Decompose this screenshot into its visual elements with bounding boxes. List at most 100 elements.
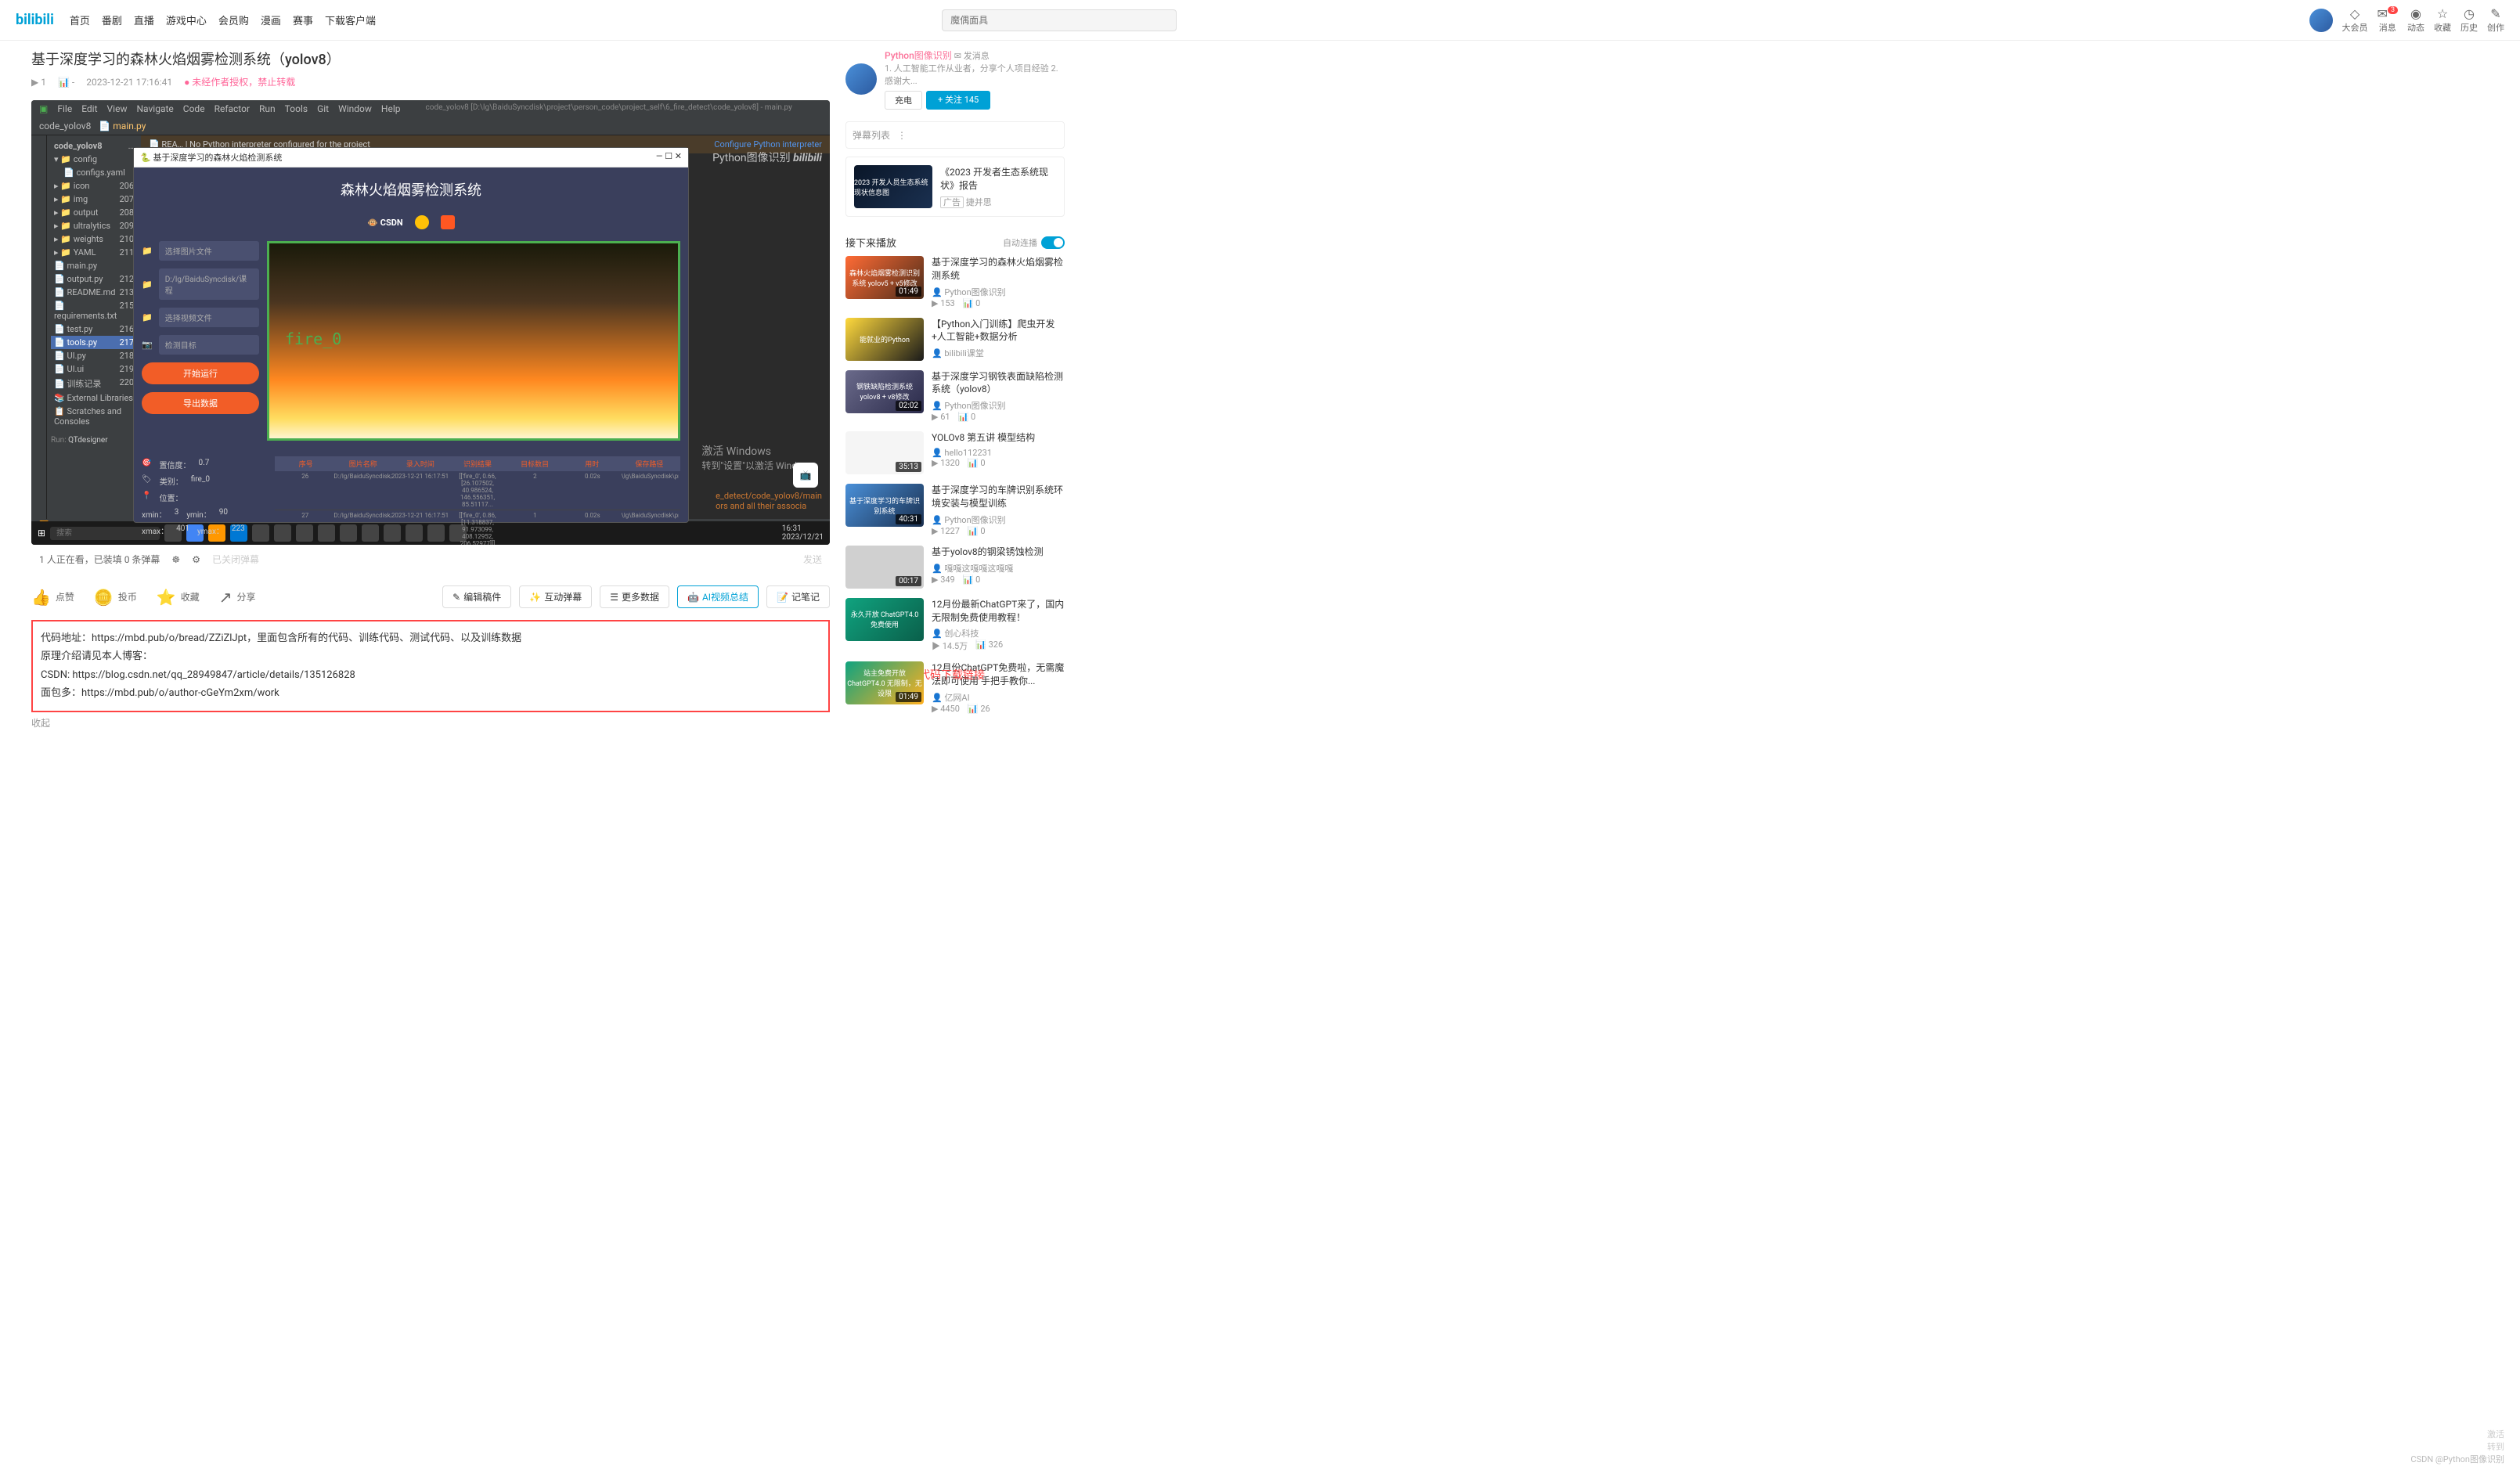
nav-game[interactable]: 游戏中心 <box>166 13 207 27</box>
video-watermark: Python图像识别 bilibili <box>712 150 822 165</box>
window-controls[interactable]: — ☐ ✕ <box>656 151 682 164</box>
video-item-title: YOLOv8 第五讲 模型结构 <box>932 431 1065 445</box>
menu-help[interactable]: Help <box>381 103 401 114</box>
video-thumbnail: 永久开放 ChatGPT4.0 免费使用 <box>845 598 924 641</box>
collapse-button[interactable]: 收起 <box>31 716 830 729</box>
search-container <box>942 9 1177 31</box>
path-input[interactable]: D:/lg/BaiduSyncdisk/课程 <box>159 268 259 300</box>
tree-item: ▸ 📁 ultralytics209 <box>51 219 137 232</box>
menu-refactor[interactable]: Refactor <box>215 103 250 114</box>
recommendation-item[interactable]: 森林火焰烟雾检测识别系统 yolov5 + v5修改01:49基于深度学习的森林… <box>845 256 1065 308</box>
send-button[interactable]: 发送 <box>803 553 822 566</box>
uploader-avatar[interactable] <box>845 63 877 95</box>
desc-line: 代码地址：https://mbd.pub/o/bread/ZZiZlJpt，里面… <box>41 629 820 647</box>
recommendation-item[interactable]: 35:13YOLOv8 第五讲 模型结构👤 hello112231▶ 1320📊… <box>845 431 1065 474</box>
uploader-name[interactable]: Python图像识别 <box>885 50 952 61</box>
recommendation-item[interactable]: 钢铁缺陷检测系统 yolov8 + v8修改02:02基于深度学习钢铁表面缺陷检… <box>845 370 1065 423</box>
page-watermark: 激活 转到 CSDN @Python图像识别 <box>2410 1428 2504 1465</box>
table-row[interactable]: 27D:/lg/BaiduSyncdisk/project/person_cod… <box>275 510 680 545</box>
nav-anime[interactable]: 番剧 <box>102 13 122 27</box>
tree-item: 📄 test.py216 <box>51 322 137 336</box>
recommendation-item[interactable]: 基于深度学习的车牌识别系统40:31基于深度学习的车牌识别系统环境安装与模型训练… <box>845 484 1065 536</box>
app-titlebar: 🐍 基于深度学习的森林火焰检测系统 — ☐ ✕ <box>134 148 688 168</box>
note-button[interactable]: 📝 记笔记 <box>766 585 830 608</box>
ide-menubar: ▣ File Edit View Navigate Code Refactor … <box>31 100 830 117</box>
ide-left-gutter <box>31 135 47 519</box>
interact-button[interactable]: ✨ 互动弹幕 <box>519 585 592 608</box>
menu-tools[interactable]: Tools <box>285 103 308 114</box>
select-video-input[interactable]: 选择视频文件 <box>159 308 259 327</box>
configure-interpreter-link[interactable]: Configure Python interpreter <box>714 139 822 150</box>
ide-tabs: code_yolov8 📄 main.py <box>31 117 830 135</box>
edit-button[interactable]: ✎ 编辑稿件 <box>442 585 511 608</box>
table-row[interactable]: 26D:/lg/BaiduSyncdisk/project/person_cod… <box>275 471 680 510</box>
create-icon[interactable]: ✎创作 <box>2487 6 2504 34</box>
history-icon[interactable]: ◷历史 <box>2461 6 2478 34</box>
coin-button[interactable]: 🪙投币 <box>94 588 137 607</box>
menu-run[interactable]: Run <box>259 103 276 114</box>
fullscreen-icon[interactable]: 📺 <box>793 463 818 488</box>
start-button[interactable]: ⊞ <box>38 528 45 539</box>
target-input[interactable]: 检测目标 <box>159 335 259 355</box>
danmu-list-toggle[interactable]: 弹幕列表 ⋮ <box>845 121 1065 149</box>
recommendation-item[interactable]: 永久开放 ChatGPT4.0 免费使用12月份最新ChatGPT来了，国内无限… <box>845 598 1065 653</box>
fav-button[interactable]: ⭐收藏 <box>157 588 200 607</box>
tree-item: 📋 Scratches and Consoles <box>51 405 137 428</box>
recommendation-item[interactable]: 00:17基于yolov8的钢梁锈蚀检测👤 嘎嘎这嘎嘎这嘎嘎▶ 349📊 0 <box>845 546 1065 589</box>
publish-date: 2023-12-21 17:16:41 <box>86 77 172 88</box>
promo-title: 《2023 开发者生态系统现状》报告 <box>940 165 1056 192</box>
nav-vip[interactable]: 会员购 <box>218 13 249 27</box>
app-header: 森林火焰烟雾检测系统 <box>134 168 688 211</box>
video-player[interactable]: ▣ File Edit View Navigate Code Refactor … <box>31 100 830 545</box>
follow-button[interactable]: + 关注 145 <box>926 91 990 110</box>
run-button[interactable]: 开始运行 <box>142 362 259 384</box>
vip-icon[interactable]: ◇大会员 <box>2342 6 2368 34</box>
select-image-input[interactable]: 选择图片文件 <box>159 241 259 261</box>
nav-download[interactable]: 下载客户端 <box>325 13 376 27</box>
promo-card[interactable]: 2023 开发人员生态系统现状信息图 《2023 开发者生态系统现状》报告 广告… <box>845 157 1065 217</box>
video-thumbnail: 00:17 <box>845 546 924 589</box>
nav-manga[interactable]: 漫画 <box>261 13 281 27</box>
tab-mainpy[interactable]: 📄 main.py <box>99 121 146 131</box>
search-input[interactable] <box>942 9 1177 31</box>
like-button[interactable]: 👍点赞 <box>31 588 74 607</box>
menu-view[interactable]: View <box>107 103 128 114</box>
dynamic-icon[interactable]: ◉动态 <box>2407 6 2424 34</box>
site-header: bilibili 首页 番剧 直播 游戏中心 会员购 漫画 赛事 下载客户端 ◇… <box>0 0 2520 41</box>
menu-window[interactable]: Window <box>338 103 372 114</box>
menu-navigate[interactable]: Navigate <box>136 103 173 114</box>
user-avatar[interactable] <box>2309 9 2333 32</box>
tree-item: ▸ 📁 output208 <box>51 206 137 219</box>
autoplay-toggle[interactable] <box>1041 236 1065 249</box>
danmu-settings-icon[interactable]: ⚙ <box>192 554 200 565</box>
ai-summary-button[interactable]: 🤖 AI视频总结 <box>677 585 759 608</box>
export-button[interactable]: 导出数据 <box>142 392 259 414</box>
file-tree[interactable]: code_yolov8… ▾ 📁 config 📄 configs.yaml ▸… <box>47 135 141 519</box>
danmu-toggle-icon[interactable]: ☸ <box>171 554 180 565</box>
tree-item: ▸ 📁 img207 <box>51 193 137 206</box>
danmu-controls: 1 人正在看，已装填 0 条弹幕 ☸ ⚙ 已关闭弹幕 发送 <box>31 545 830 574</box>
favorite-icon[interactable]: ☆收藏 <box>2434 6 2451 34</box>
recommendation-item[interactable]: 能就业的Python【Python入门训练】爬虫开发+人工智能+数据分析👤 bi… <box>845 318 1065 361</box>
more-button[interactable]: ☰ 更多数据 <box>600 585 669 608</box>
nav-match[interactable]: 赛事 <box>293 13 313 27</box>
tab-project[interactable]: code_yolov8 <box>39 121 91 131</box>
share-button[interactable]: ↗分享 <box>219 588 256 607</box>
tree-item: ▸ 📁 icon206 <box>51 179 137 193</box>
message-icon[interactable]: ✉3消息 <box>2378 6 2398 34</box>
message-button[interactable]: ✉ 发消息 <box>954 51 990 61</box>
nav-live[interactable]: 直播 <box>134 13 154 27</box>
video-item-author: 👤 bilibili课堂 <box>932 347 1065 359</box>
charge-button[interactable]: 充电 <box>885 91 922 110</box>
menu-edit[interactable]: Edit <box>81 103 97 114</box>
app-content: 📁选择图片文件 📁D:/lg/BaiduSyncdisk/课程 📁选择视频文件 … <box>134 233 688 449</box>
site-logo[interactable]: bilibili <box>16 12 54 28</box>
taskbar-clock[interactable]: 16:312023/12/21 <box>782 524 824 542</box>
menu-file[interactable]: File <box>57 103 72 114</box>
menu-git[interactable]: Git <box>317 103 329 114</box>
detection-app-window: 🐍 基于深度学习的森林火焰检测系统 — ☐ ✕ 森林火焰烟雾检测系统 🐵 CSD… <box>133 147 689 523</box>
tree-item-selected: 📄 tools.py217 <box>51 336 137 349</box>
video-description: 代码地址：https://mbd.pub/o/bread/ZZiZlJpt，里面… <box>31 620 830 712</box>
nav-home[interactable]: 首页 <box>70 13 90 27</box>
menu-code[interactable]: Code <box>183 103 205 114</box>
